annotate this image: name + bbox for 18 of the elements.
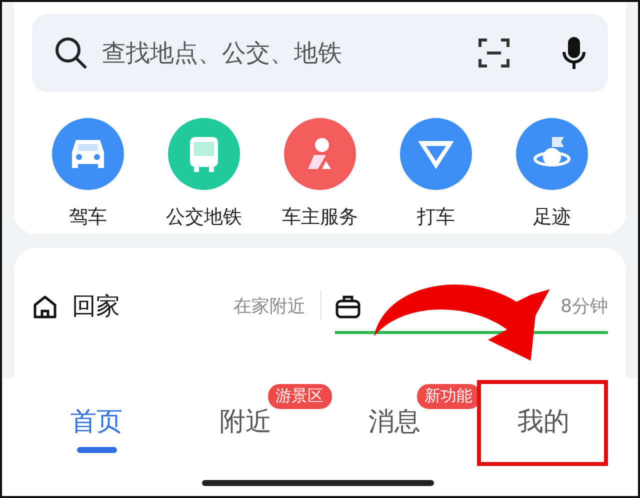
shortcut-button[interactable]: 车主服务 <box>268 118 372 230</box>
place-note: 8分钟 <box>560 295 608 318</box>
shortcut-button[interactable]: 打车 <box>384 118 488 230</box>
briefcase-icon <box>334 294 360 320</box>
shortcut-button[interactable]: 足迹 <box>500 118 604 230</box>
active-indicator <box>76 447 116 453</box>
nav-tab[interactable]: 首页 <box>64 398 128 462</box>
shortcut-button[interactable]: 公交地铁 <box>152 118 256 230</box>
place-note: 在家附近 <box>234 295 306 318</box>
search-field[interactable]: 查找地点、公交、地铁 <box>100 38 466 68</box>
tab-badge: 游景区 <box>268 384 332 409</box>
search-icon <box>54 36 88 70</box>
place-label[interactable]: 回家 <box>72 290 120 322</box>
home-icon <box>32 294 58 320</box>
scan-icon[interactable] <box>478 38 510 68</box>
shortcut-button[interactable]: 驾车 <box>36 118 140 230</box>
microphone-icon[interactable] <box>562 36 586 70</box>
nav-tab[interactable]: 我的 <box>512 398 576 462</box>
